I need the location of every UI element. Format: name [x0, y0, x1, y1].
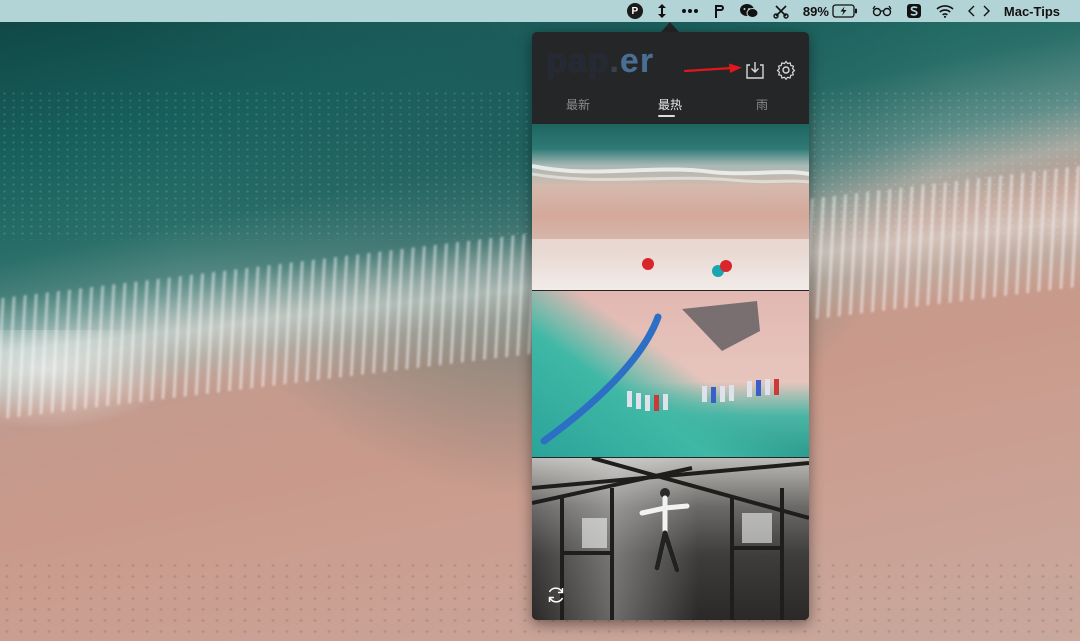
battery-charging-icon	[832, 4, 857, 18]
paper-app-badge: P	[626, 3, 643, 19]
download-tray-icon[interactable]	[744, 59, 766, 81]
more-dots-icon[interactable]	[681, 0, 699, 22]
glasses-icon[interactable]	[872, 0, 892, 22]
wallpaper-thumbnail-aerial-pier[interactable]	[532, 291, 809, 457]
thumbnail-pier-art	[540, 301, 779, 445]
wallpaper-thumbnail-abandoned-building[interactable]	[532, 458, 809, 620]
battery-status[interactable]: 89%	[803, 0, 858, 22]
wifi-icon[interactable]	[936, 0, 954, 22]
wallpaper-thumbnail-beach-umbrellas[interactable]	[532, 124, 809, 290]
sogou-input-icon[interactable]	[906, 0, 922, 22]
thumbnail-building-art	[532, 458, 809, 620]
category-tabs: 最新 最热 雨	[532, 94, 809, 124]
active-tab-indicator	[658, 115, 675, 117]
menu-bar-label[interactable]: Mac-Tips	[1004, 0, 1060, 22]
refresh-icon[interactable]	[545, 584, 567, 606]
scissors-icon[interactable]	[773, 0, 789, 22]
mac-tips-label: Mac-Tips	[1003, 3, 1060, 19]
logo-text-er: er	[619, 42, 655, 80]
logo-text-dot: .	[609, 42, 620, 80]
wallpaper-surf-edge	[0, 330, 180, 430]
tab-hottest[interactable]: 最热	[658, 96, 682, 113]
tab-rain[interactable]: 雨	[756, 96, 768, 113]
paper-popover: pap.er 最新 最热 雨	[532, 32, 809, 620]
up-down-arrows-icon[interactable]	[657, 0, 667, 22]
popover-caret	[661, 22, 679, 32]
paper-app-menu-icon[interactable]: P	[626, 0, 643, 22]
wechat-icon[interactable]	[739, 0, 759, 22]
thumbnail-beach-art	[532, 164, 809, 290]
code-brackets-icon[interactable]	[967, 0, 990, 22]
logo-text-main: pap	[546, 42, 610, 80]
pixel-picker-icon[interactable]	[713, 0, 725, 22]
menu-bar: P 89% Mac-Tips	[0, 0, 1080, 22]
battery-percent-text: 89%	[802, 3, 829, 19]
tab-latest[interactable]: 最新	[566, 96, 590, 113]
paper-logo: pap.er	[546, 42, 654, 81]
gear-icon[interactable]	[775, 59, 797, 81]
annotation-arrow	[684, 63, 742, 73]
